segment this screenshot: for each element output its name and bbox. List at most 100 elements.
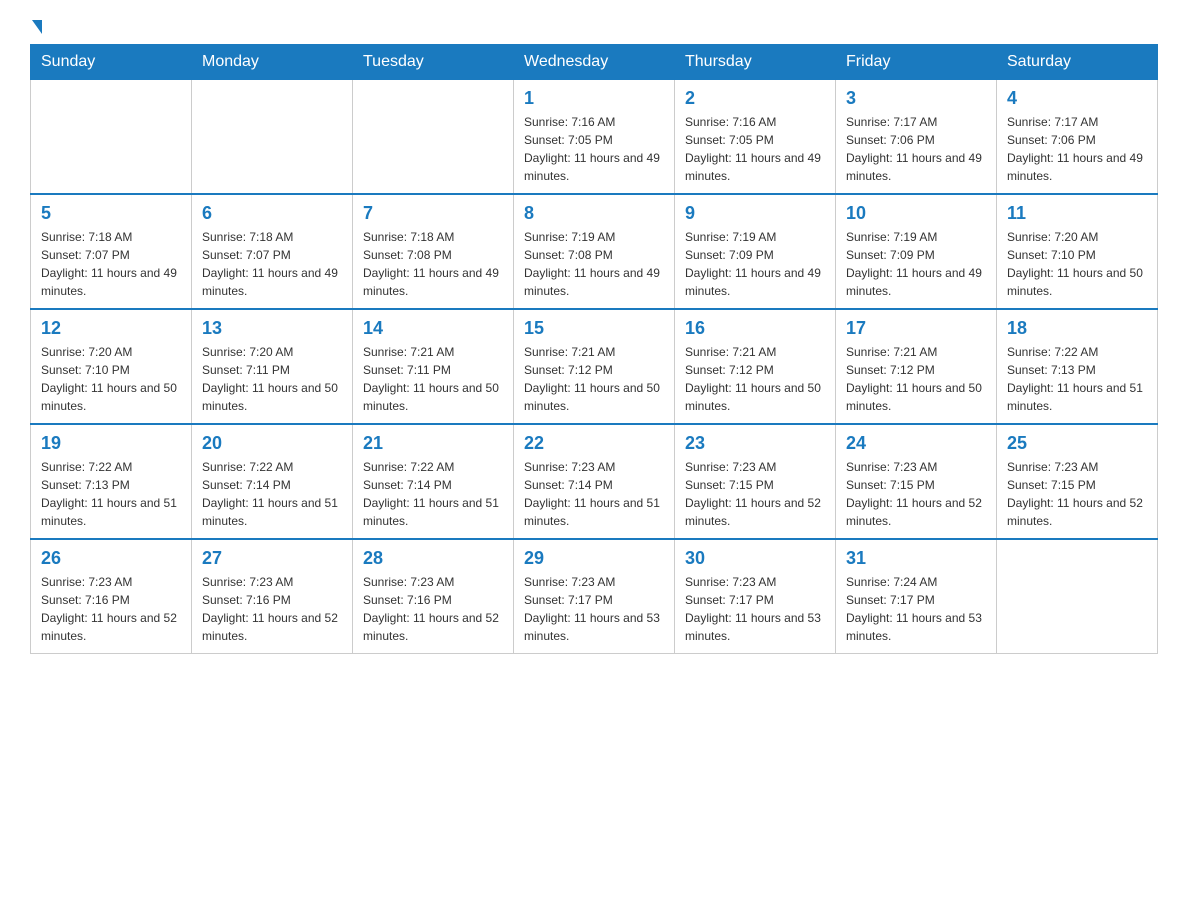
header-monday: Monday [192,45,353,80]
day-info: Sunrise: 7:23 AMSunset: 7:14 PMDaylight:… [524,458,664,530]
day-info: Sunrise: 7:20 AMSunset: 7:11 PMDaylight:… [202,343,342,415]
calendar-cell [353,80,514,195]
day-number: 29 [524,548,664,569]
calendar-cell: 26 Sunrise: 7:23 AMSunset: 7:16 PMDayligh… [31,539,192,654]
calendar-cell: 5 Sunrise: 7:18 AMSunset: 7:07 PMDaylight… [31,194,192,309]
day-info: Sunrise: 7:23 AMSunset: 7:15 PMDaylight:… [1007,458,1147,530]
calendar-week-row: 19 Sunrise: 7:22 AMSunset: 7:13 PMDayligh… [31,424,1158,539]
day-number: 25 [1007,433,1147,454]
day-number: 19 [41,433,181,454]
calendar-cell: 13 Sunrise: 7:20 AMSunset: 7:11 PMDayligh… [192,309,353,424]
day-number: 31 [846,548,986,569]
calendar-header-row: SundayMondayTuesdayWednesdayThursdayFrid… [31,45,1158,80]
day-number: 5 [41,203,181,224]
day-number: 27 [202,548,342,569]
day-number: 20 [202,433,342,454]
day-info: Sunrise: 7:20 AMSunset: 7:10 PMDaylight:… [41,343,181,415]
calendar-cell: 18 Sunrise: 7:22 AMSunset: 7:13 PMDayligh… [997,309,1158,424]
calendar-cell: 16Sunrise: 7:21 AMSunset: 7:12 PMDayligh… [675,309,836,424]
day-number: 15 [524,318,664,339]
calendar-cell: 21 Sunrise: 7:22 AMSunset: 7:14 PMDayligh… [353,424,514,539]
day-number: 6 [202,203,342,224]
calendar-cell: 14 Sunrise: 7:21 AMSunset: 7:11 PMDayligh… [353,309,514,424]
day-info: Sunrise: 7:24 AMSunset: 7:17 PMDaylight:… [846,573,986,645]
day-info: Sunrise: 7:22 AMSunset: 7:14 PMDaylight:… [202,458,342,530]
day-number: 26 [41,548,181,569]
calendar-cell: 10 Sunrise: 7:19 AMSunset: 7:09 PMDayligh… [836,194,997,309]
day-info: Sunrise: 7:23 AMSunset: 7:16 PMDaylight:… [202,573,342,645]
header-saturday: Saturday [997,45,1158,80]
day-info: Sunrise: 7:19 AMSunset: 7:08 PMDaylight:… [524,228,664,300]
day-info: Sunrise: 7:22 AMSunset: 7:14 PMDaylight:… [363,458,503,530]
day-number: 28 [363,548,503,569]
page-header [30,20,1158,34]
day-info: Sunrise: 7:23 AMSunset: 7:16 PMDaylight:… [41,573,181,645]
day-number: 14 [363,318,503,339]
calendar-cell: 30 Sunrise: 7:23 AMSunset: 7:17 PMDayligh… [675,539,836,654]
day-info: Sunrise: 7:23 AMSunset: 7:17 PMDaylight:… [524,573,664,645]
calendar-cell: 2 Sunrise: 7:16 AMSunset: 7:05 PMDaylight… [675,80,836,195]
calendar-cell: 8 Sunrise: 7:19 AMSunset: 7:08 PMDaylight… [514,194,675,309]
calendar-cell: 4 Sunrise: 7:17 AMSunset: 7:06 PMDaylight… [997,80,1158,195]
day-info: Sunrise: 7:23 AMSunset: 7:17 PMDaylight:… [685,573,825,645]
day-number: 1 [524,88,664,109]
day-number: 4 [1007,88,1147,109]
day-info: Sunrise: 7:17 AMSunset: 7:06 PMDaylight:… [1007,113,1147,185]
day-number: 18 [1007,318,1147,339]
calendar-cell: 15 Sunrise: 7:21 AMSunset: 7:12 PMDayligh… [514,309,675,424]
calendar-cell [31,80,192,195]
day-info: Sunrise: 7:20 AMSunset: 7:10 PMDaylight:… [1007,228,1147,300]
day-info: Sunrise: 7:23 AMSunset: 7:15 PMDaylight:… [685,458,825,530]
day-number: 17 [846,318,986,339]
day-info: Sunrise: 7:18 AMSunset: 7:07 PMDaylight:… [41,228,181,300]
calendar-cell: 3Sunrise: 7:17 AMSunset: 7:06 PMDaylight… [836,80,997,195]
day-number: 16 [685,318,825,339]
calendar-cell: 12 Sunrise: 7:20 AMSunset: 7:10 PMDayligh… [31,309,192,424]
day-info: Sunrise: 7:23 AMSunset: 7:16 PMDaylight:… [363,573,503,645]
day-info: Sunrise: 7:19 AMSunset: 7:09 PMDaylight:… [846,228,986,300]
calendar-cell: 28 Sunrise: 7:23 AMSunset: 7:16 PMDayligh… [353,539,514,654]
day-number: 7 [363,203,503,224]
calendar-cell: 11Sunrise: 7:20 AMSunset: 7:10 PMDayligh… [997,194,1158,309]
header-thursday: Thursday [675,45,836,80]
day-info: Sunrise: 7:22 AMSunset: 7:13 PMDaylight:… [1007,343,1147,415]
calendar-cell: 9Sunrise: 7:19 AMSunset: 7:09 PMDaylight… [675,194,836,309]
calendar-cell: 29 Sunrise: 7:23 AMSunset: 7:17 PMDayligh… [514,539,675,654]
calendar-cell: 7Sunrise: 7:18 AMSunset: 7:08 PMDaylight… [353,194,514,309]
calendar-cell: 1Sunrise: 7:16 AMSunset: 7:05 PMDaylight… [514,80,675,195]
calendar-cell: 31 Sunrise: 7:24 AMSunset: 7:17 PMDayligh… [836,539,997,654]
day-info: Sunrise: 7:16 AMSunset: 7:05 PMDaylight:… [685,113,825,185]
day-number: 12 [41,318,181,339]
logo-triangle-icon [32,20,42,34]
calendar-week-row: 1 Sunrise: 7:16 AMSunset: 7:05 PMDaylight… [31,80,1158,195]
header-friday: Friday [836,45,997,80]
day-number: 30 [685,548,825,569]
day-number: 24 [846,433,986,454]
day-number: 22 [524,433,664,454]
calendar-cell: 27 Sunrise: 7:23 AMSunset: 7:16 PMDayligh… [192,539,353,654]
day-number: 21 [363,433,503,454]
day-info: Sunrise: 7:18 AMSunset: 7:07 PMDaylight:… [202,228,342,300]
day-number: 8 [524,203,664,224]
day-number: 10 [846,203,986,224]
day-info: Sunrise: 7:21 AMSunset: 7:12 PMDaylight:… [524,343,664,415]
calendar-cell: 22 Sunrise: 7:23 AMSunset: 7:14 PMDayligh… [514,424,675,539]
header-sunday: Sunday [31,45,192,80]
calendar-cell: 19 Sunrise: 7:22 AMSunset: 7:13 PMDayligh… [31,424,192,539]
header-tuesday: Tuesday [353,45,514,80]
day-info: Sunrise: 7:21 AMSunset: 7:11 PMDaylight:… [363,343,503,415]
calendar-cell: 23Sunrise: 7:23 AMSunset: 7:15 PMDayligh… [675,424,836,539]
day-info: Sunrise: 7:22 AMSunset: 7:13 PMDaylight:… [41,458,181,530]
day-number: 2 [685,88,825,109]
calendar-cell: 20 Sunrise: 7:22 AMSunset: 7:14 PMDayligh… [192,424,353,539]
day-info: Sunrise: 7:21 AMSunset: 7:12 PMDaylight:… [846,343,986,415]
calendar-cell [192,80,353,195]
calendar-cell [997,539,1158,654]
calendar-week-row: 5 Sunrise: 7:18 AMSunset: 7:07 PMDaylight… [31,194,1158,309]
day-info: Sunrise: 7:23 AMSunset: 7:15 PMDaylight:… [846,458,986,530]
calendar-cell: 24 Sunrise: 7:23 AMSunset: 7:15 PMDayligh… [836,424,997,539]
calendar-cell: 6 Sunrise: 7:18 AMSunset: 7:07 PMDaylight… [192,194,353,309]
day-number: 13 [202,318,342,339]
logo [30,20,42,34]
calendar-cell: 17 Sunrise: 7:21 AMSunset: 7:12 PMDayligh… [836,309,997,424]
